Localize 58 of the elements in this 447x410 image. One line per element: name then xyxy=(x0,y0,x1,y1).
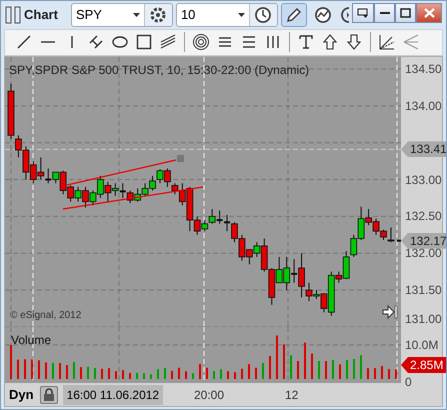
maximize-button[interactable] xyxy=(395,3,416,23)
line-handle[interactable] xyxy=(177,155,184,162)
price-tag: 133.41 xyxy=(401,141,446,158)
price-tick-label: 131.50 xyxy=(405,283,442,298)
pencil-icon xyxy=(284,6,303,24)
volume-tick-label: 0 xyxy=(405,375,412,389)
price-tick-label: 132.50 xyxy=(405,209,442,224)
volume-tag: 2.85M xyxy=(401,357,446,373)
hline-tool-icon xyxy=(41,41,55,44)
dropdown-caret-icon xyxy=(132,12,140,17)
volume-tick-label: 10.0M xyxy=(405,338,438,352)
circles-tool-icon xyxy=(192,33,210,52)
window-menu-icon xyxy=(357,8,369,18)
price-tick-label: 132.00 xyxy=(405,246,442,260)
price-tick-label: 134.00 xyxy=(405,98,442,113)
channel-tool-icon xyxy=(159,33,177,52)
pencil-button[interactable] xyxy=(280,2,307,27)
time-axis-label: 12 xyxy=(285,388,298,402)
restore-menu-button[interactable] xyxy=(352,3,374,23)
price-tick-label: 133.00 xyxy=(405,172,442,187)
interval-combobox[interactable]: 10 xyxy=(176,2,278,27)
fan-tool-icon xyxy=(378,33,396,52)
time-axis-label: 20:00 xyxy=(194,388,224,402)
interval-button[interactable] xyxy=(248,4,277,26)
trend-line[interactable] xyxy=(62,186,204,210)
symbol-combobox[interactable]: SPY xyxy=(70,2,173,27)
rect-tool-icon xyxy=(135,33,153,52)
chart-circle-icon xyxy=(314,6,332,24)
maximize-icon xyxy=(400,8,411,18)
last-price-mark xyxy=(397,240,401,242)
minimize-button[interactable] xyxy=(374,3,395,23)
volume-label: Volume xyxy=(11,333,52,347)
play-circle-icon xyxy=(340,6,350,24)
settings-dropdown-button[interactable] xyxy=(144,4,172,26)
price-tag: 132.17 xyxy=(401,232,446,249)
clock-icon xyxy=(254,6,272,24)
mode-label: Dyn xyxy=(9,387,34,402)
uparrow-tool-icon xyxy=(321,33,339,52)
copyright-text: © eSignal, 2012 xyxy=(9,310,82,321)
close-button[interactable] xyxy=(416,3,442,23)
price-tick-label: 131.00 xyxy=(405,312,442,326)
text-tool-icon xyxy=(297,33,315,52)
lock-icon xyxy=(42,388,55,402)
minimize-icon xyxy=(380,12,390,14)
price-tick-label: 134.50 xyxy=(405,62,442,76)
start-time-label: 16:00 11.06.2012 xyxy=(62,384,164,404)
lock-button[interactable] xyxy=(40,386,58,404)
downarrow-tool-icon xyxy=(345,33,363,52)
window-title: Chart xyxy=(24,7,58,22)
close-icon xyxy=(424,8,434,18)
scroll-to-end-icon[interactable] xyxy=(382,305,398,319)
gear-icon xyxy=(149,6,168,24)
panel-columns-icon xyxy=(5,6,21,24)
vline-tool-icon xyxy=(71,36,73,48)
chart-title: SPY,SPDR S&P 500 TRUST, 10, 15:30-22:00 (Dynamic) xyxy=(9,63,310,77)
trend-line[interactable] xyxy=(66,159,176,186)
dropdown-caret-icon xyxy=(238,12,245,17)
fanleft-tool-icon xyxy=(402,33,420,52)
